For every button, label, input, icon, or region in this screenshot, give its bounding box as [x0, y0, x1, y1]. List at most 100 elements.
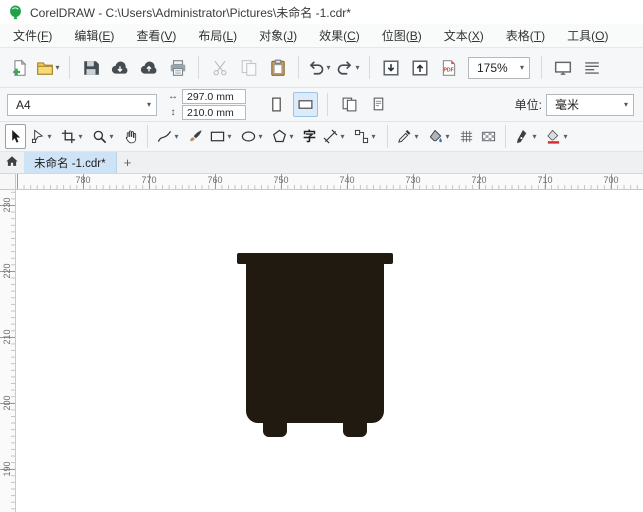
- paste-button[interactable]: [264, 54, 291, 81]
- show-rulers-button[interactable]: [578, 54, 605, 81]
- pick-tool[interactable]: [5, 124, 26, 149]
- mesh-fill-tool-icon: [459, 129, 474, 144]
- outline-pen-tool[interactable]: ▾: [512, 124, 542, 149]
- interactive-fill-tool[interactable]: ▾: [425, 124, 455, 149]
- rectangle-tool[interactable]: ▾: [207, 124, 237, 149]
- landscape-page-icon: [297, 96, 314, 113]
- full-screen-preview-button[interactable]: [549, 54, 576, 81]
- pan-tool-icon: [123, 129, 138, 144]
- freehand-tool-icon: [157, 129, 172, 144]
- ruler-row: 780 770 760 750 740 730 720 710 700: [0, 174, 643, 190]
- print-button[interactable]: [164, 54, 191, 81]
- portrait-button[interactable]: [264, 92, 289, 117]
- artistic-media-tool-icon: [188, 129, 203, 144]
- v-ruler-label: 210: [2, 329, 12, 345]
- print-icon: [169, 59, 187, 77]
- document-tab-active[interactable]: 未命名 -1.cdr*: [24, 152, 117, 173]
- new-document-button[interactable]: [6, 54, 33, 81]
- undo-button[interactable]: ▾: [306, 54, 333, 81]
- shape-tool-icon: [30, 129, 45, 144]
- h-ruler-label: 710: [537, 175, 553, 185]
- transparency-tool-icon: [481, 129, 496, 144]
- fill-color-tool[interactable]: ▾: [543, 124, 573, 149]
- chevron-down-icon: ▾: [532, 132, 537, 141]
- h-ruler-label: 740: [339, 175, 355, 185]
- propbar-separator: [327, 93, 328, 116]
- menu-item-b[interactable]: 位图(B): [371, 24, 433, 47]
- save-icon: [82, 59, 100, 77]
- zoom-level-value: 175%: [477, 60, 508, 75]
- toolbar-separator: [298, 56, 299, 79]
- menu-item-l[interactable]: 布局(L): [187, 24, 248, 47]
- menu-item-e[interactable]: 编辑(E): [63, 24, 125, 47]
- crop-tool[interactable]: ▾: [58, 124, 88, 149]
- units-select[interactable]: 毫米 ▾: [546, 93, 634, 116]
- menu-item-x[interactable]: 文本(X): [433, 24, 495, 47]
- import-button[interactable]: [377, 54, 404, 81]
- coreldraw-logo-icon: [8, 4, 23, 20]
- all-pages-icon: [341, 96, 358, 113]
- rectangle-tool-icon: [210, 129, 225, 144]
- new-document-tab-button[interactable]: +: [117, 152, 139, 173]
- pan-tool[interactable]: [120, 124, 141, 149]
- chevron-down-icon: ▾: [326, 63, 331, 72]
- ellipse-tool[interactable]: ▾: [238, 124, 268, 149]
- menu-item-t[interactable]: 表格(T): [495, 24, 556, 47]
- all-pages-button[interactable]: [337, 92, 362, 117]
- landscape-button[interactable]: [293, 92, 318, 117]
- page-dimensions: ↔ 297.0 mm ↕ 210.0 mm: [167, 89, 246, 120]
- h-ruler-label: 730: [405, 175, 421, 185]
- toolbar-separator: [369, 56, 370, 79]
- mesh-fill-tool[interactable]: [456, 124, 477, 149]
- menu-item-j[interactable]: 对象(J): [248, 24, 308, 47]
- pick-tool-icon: [8, 129, 23, 144]
- toolbox-separator: [505, 125, 507, 148]
- transparency-tool[interactable]: [478, 124, 499, 149]
- artistic-media-tool[interactable]: [185, 124, 206, 149]
- menu-item-v[interactable]: 查看(V): [125, 24, 187, 47]
- current-page-button[interactable]: [366, 92, 391, 117]
- connector-tool[interactable]: ▾: [351, 124, 381, 149]
- v-ruler-label: 200: [2, 395, 12, 411]
- zoom-tool[interactable]: ▾: [89, 124, 119, 149]
- save-to-cloud-button[interactable]: [135, 54, 162, 81]
- page-height-field[interactable]: 210.0 mm: [182, 105, 246, 120]
- chevron-down-icon: ▾: [623, 100, 628, 109]
- page-width-field[interactable]: 297.0 mm: [182, 89, 246, 104]
- coreldraw-window: CorelDRAW - C:\Users\Administrator\Pictu…: [0, 0, 643, 512]
- freehand-tool[interactable]: ▾: [154, 124, 184, 149]
- parallel-dimension-tool[interactable]: ▾: [320, 124, 350, 149]
- ruler-origin-corner[interactable]: [0, 174, 16, 190]
- chevron-down-icon: ▾: [47, 132, 52, 141]
- text-tool[interactable]: 字: [300, 124, 319, 149]
- save-to-cloud-icon: [140, 59, 158, 77]
- menu-item-f[interactable]: 文件(F): [2, 24, 63, 47]
- polygon-tool[interactable]: ▾: [269, 124, 299, 149]
- toolbar-separator: [69, 56, 70, 79]
- shape-tool[interactable]: ▾: [27, 124, 57, 149]
- standard-toolbar: ▾ ▾ ▾ PDF 175% ▾: [0, 48, 643, 88]
- redo-button[interactable]: ▾: [335, 54, 362, 81]
- paper-size-select[interactable]: A4 ▾: [7, 93, 157, 116]
- publish-to-pdf-button[interactable]: PDF: [435, 54, 462, 81]
- copy-button[interactable]: [235, 54, 262, 81]
- horizontal-ruler[interactable]: 780 770 760 750 740 730 720 710 700: [16, 174, 643, 190]
- zoom-level-select[interactable]: 175% ▾: [468, 56, 530, 79]
- save-button[interactable]: [77, 54, 104, 81]
- menu-item-c[interactable]: 效果(C): [308, 24, 371, 47]
- open-from-cloud-button[interactable]: [106, 54, 133, 81]
- ellipse-tool-icon: [241, 129, 256, 144]
- home-tab-button[interactable]: [0, 152, 24, 173]
- menu-item-o[interactable]: 工具(O): [556, 24, 619, 47]
- eyedropper-tool[interactable]: ▾: [394, 124, 424, 149]
- h-ruler-label: 760: [207, 175, 223, 185]
- export-button[interactable]: [406, 54, 433, 81]
- drawing-canvas[interactable]: [16, 190, 643, 512]
- chevron-down-icon: ▾: [371, 132, 376, 141]
- cut-button[interactable]: [206, 54, 233, 81]
- chevron-down-icon: ▾: [414, 132, 419, 141]
- toolbox-separator: [147, 125, 148, 148]
- open-button[interactable]: ▾: [35, 54, 62, 81]
- vertical-ruler[interactable]: 230 220 210 200 190: [0, 190, 16, 512]
- canvas-object-container-silhouette[interactable]: [236, 253, 394, 437]
